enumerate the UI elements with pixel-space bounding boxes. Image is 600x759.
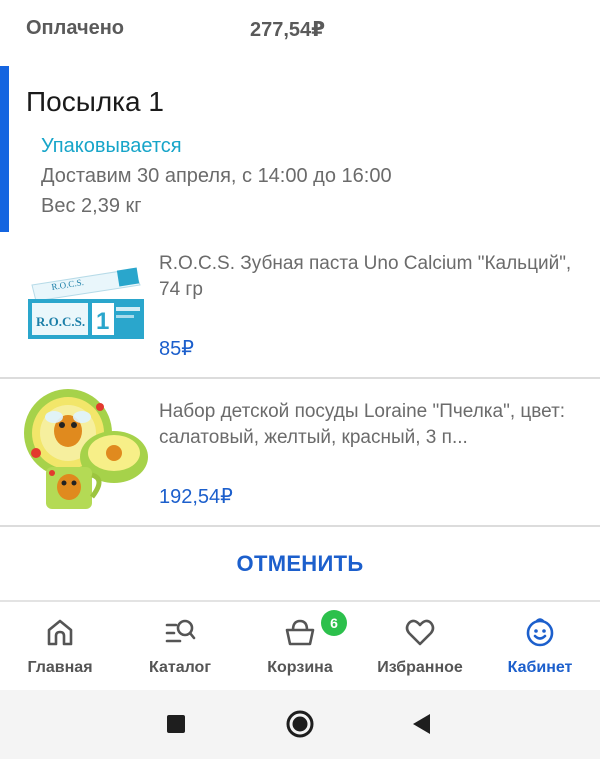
payment-label: Оплачено: [26, 17, 124, 39]
product-item[interactable]: Набор детской посуды Loraine "Пчелка", ц…: [0, 379, 600, 525]
catalog-search-icon: [165, 619, 196, 643]
parcel-header: Посылка 1 Упаковывается Доставим 30 апре…: [0, 66, 600, 232]
svg-text:R.O.C.S.: R.O.C.S.: [36, 314, 85, 329]
kids-dishes-image: [22, 387, 150, 515]
nav-label: Кабинет: [507, 659, 573, 676]
bottom-navigation: Главная Каталог Корзина 6 Избранное Каби…: [0, 600, 600, 690]
toothpaste-image: R.O.C.S. R.O.C.S. 1: [22, 255, 150, 355]
nav-item-favorites[interactable]: Избранное: [360, 602, 480, 690]
product-price: 85₽: [159, 338, 194, 360]
product-item[interactable]: R.O.C.S. R.O.C.S. 1 R.O.C.S. Зубная паст…: [0, 240, 600, 378]
product-name[interactable]: R.O.C.S. Зубная паста Uno Calcium "Кальц…: [159, 251, 579, 303]
parcel-status: Упаковывается: [41, 135, 182, 157]
back-triangle-icon[interactable]: [406, 708, 438, 740]
basket-icon: [285, 619, 315, 646]
payment-amount: 277,54₽: [250, 19, 326, 41]
parcel-delivery-time: Доставим 30 апреля, с 14:00 до 16:00: [41, 165, 392, 187]
parcel-accent-bar: [0, 66, 9, 232]
nav-item-profile[interactable]: Кабинет: [480, 602, 600, 690]
svg-text:1: 1: [96, 308, 109, 335]
payment-summary: Оплачено 277,54₽: [0, 0, 600, 56]
nav-label: Главная: [27, 659, 93, 676]
parcel-title: Посылка 1: [26, 86, 164, 117]
home-icon: [47, 619, 73, 646]
nav-label: Каталог: [149, 659, 211, 676]
cancel-order-button[interactable]: ОТМЕНИТЬ: [0, 528, 600, 600]
nav-label: Избранное: [377, 659, 463, 676]
profile-smile-icon: [526, 618, 554, 647]
nav-item-home[interactable]: Главная: [0, 602, 120, 690]
product-price: 192,54₽: [159, 486, 233, 508]
divider: [0, 525, 600, 527]
heart-icon: [405, 619, 435, 646]
recents-square-icon[interactable]: [160, 708, 192, 740]
basket-count-badge: 6: [321, 610, 347, 636]
system-navigation-bar: [0, 690, 600, 759]
home-circle-icon[interactable]: [284, 708, 316, 740]
nav-label: Корзина: [267, 659, 333, 676]
product-name[interactable]: Набор детской посуды Loraine "Пчелка", ц…: [159, 399, 579, 451]
nav-item-catalog[interactable]: Каталог: [120, 602, 240, 690]
parcel-weight: Вес 2,39 кг: [41, 195, 142, 217]
